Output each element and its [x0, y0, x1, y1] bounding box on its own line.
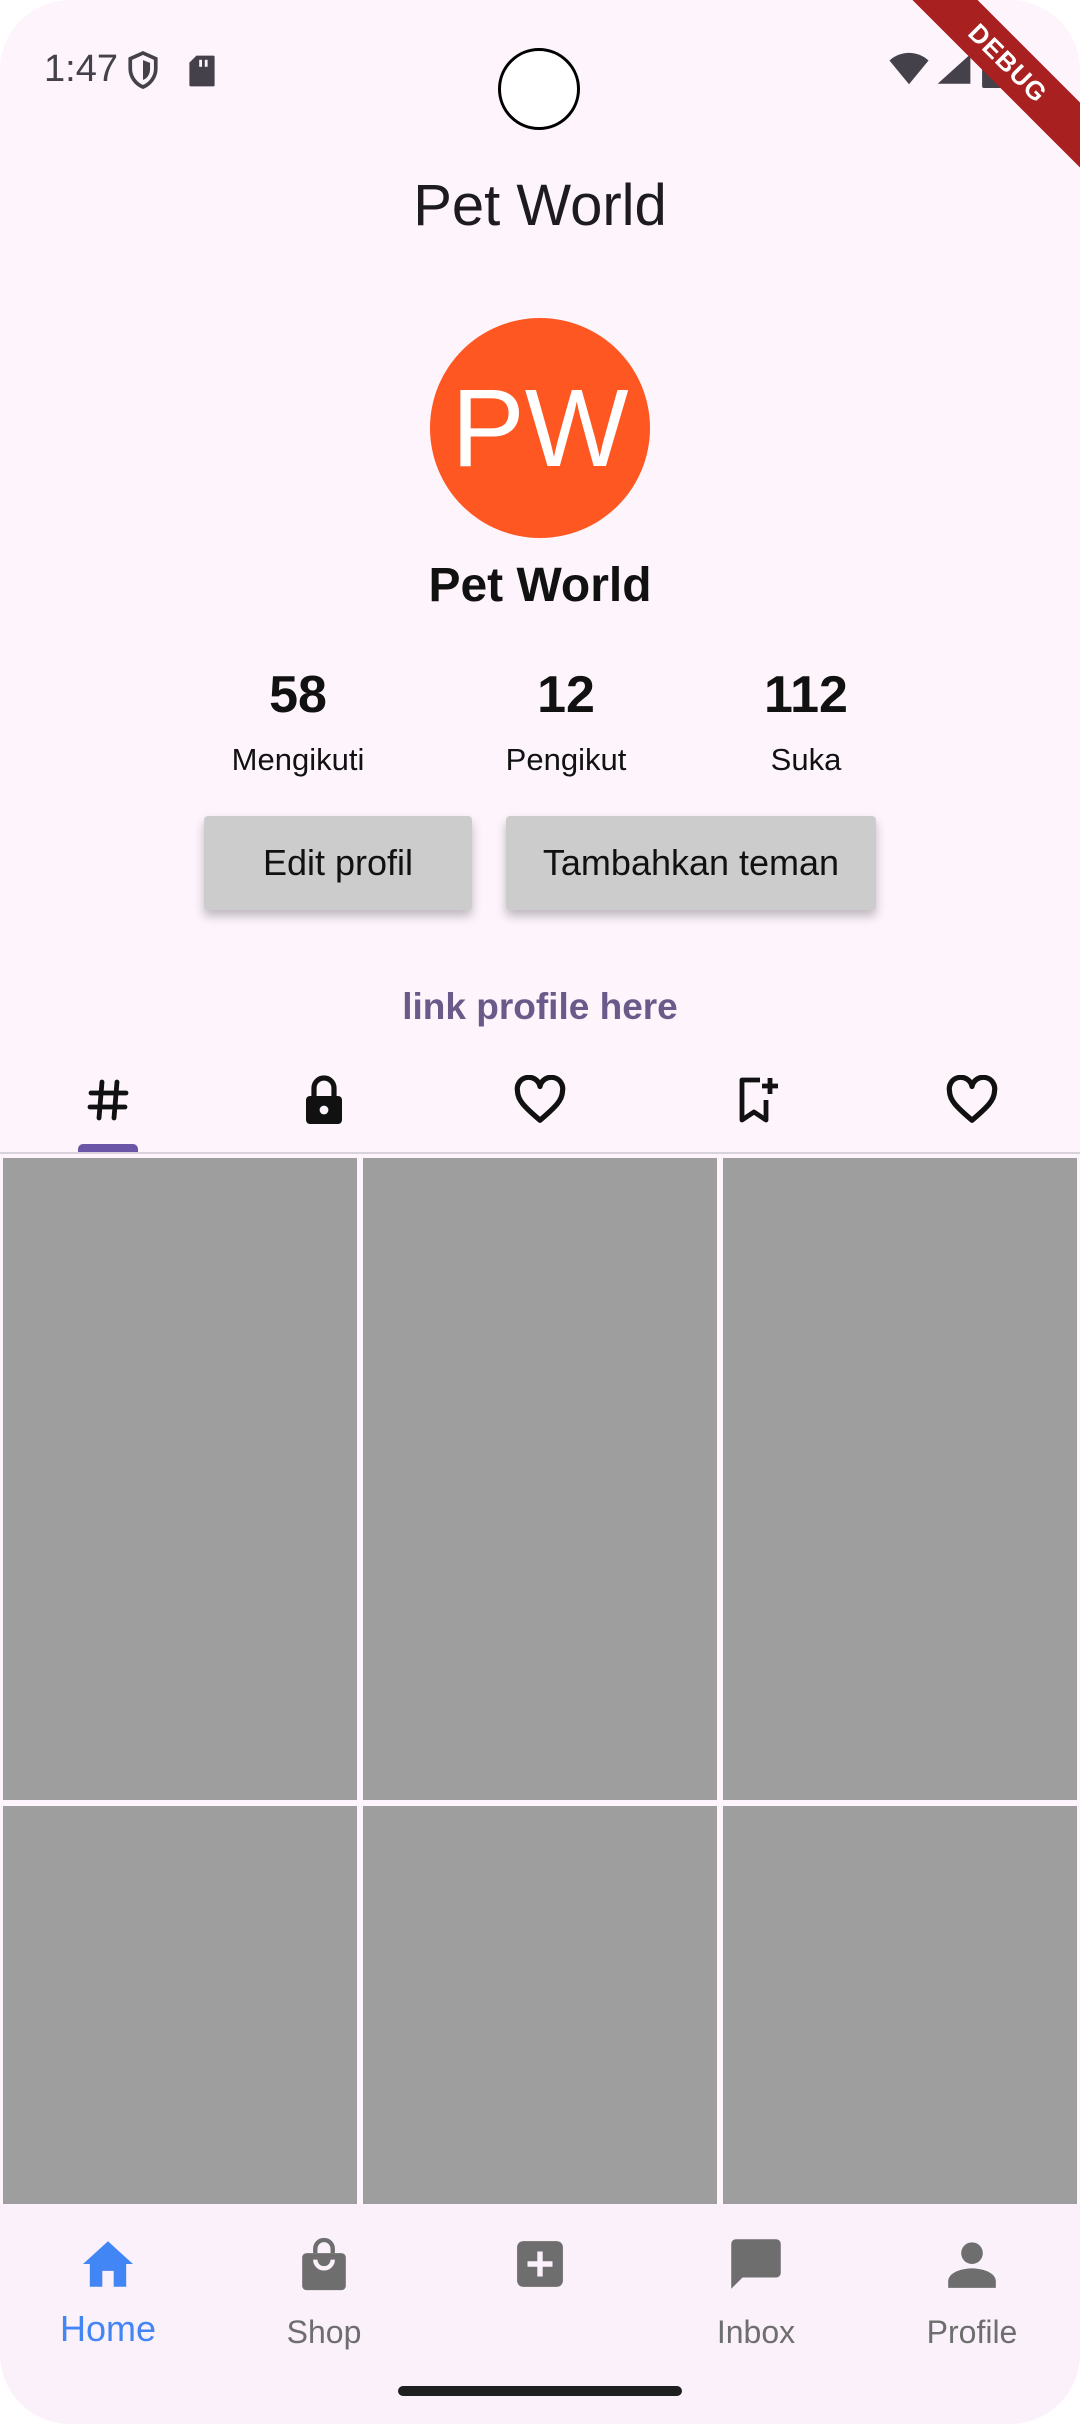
- status-bar: 1:47 DEBUG: [0, 0, 1080, 186]
- wifi-icon: [888, 52, 930, 91]
- tab-saved[interactable]: [648, 1050, 864, 1154]
- person-icon: [864, 2232, 1080, 2296]
- profile-link[interactable]: link profile here: [0, 986, 1080, 1028]
- grid-item[interactable]: [363, 1158, 717, 1800]
- hashtag-icon: [84, 1076, 132, 1129]
- stat-value: 112: [764, 666, 848, 724]
- tab-liked[interactable]: [432, 1050, 648, 1154]
- stat-value: 58: [269, 666, 327, 724]
- grid-item[interactable]: [723, 1158, 1077, 1800]
- stat-label: Mengikuti: [231, 742, 365, 777]
- home-indicator[interactable]: [398, 2386, 682, 2396]
- front-camera: [498, 48, 580, 130]
- edit-profile-button[interactable]: Edit profil: [204, 816, 472, 910]
- grid-item[interactable]: [723, 1806, 1077, 2226]
- tab-favorites[interactable]: [864, 1050, 1080, 1154]
- shield-icon: [126, 50, 160, 95]
- nav-add[interactable]: [432, 2232, 648, 2314]
- heart-icon: [513, 1074, 567, 1130]
- nav-label: Home: [59, 2308, 157, 2349]
- nav-label: Inbox: [716, 2314, 796, 2350]
- tab-private[interactable]: [216, 1050, 432, 1154]
- add-box-icon: [432, 2232, 648, 2296]
- nav-shop[interactable]: Shop: [216, 2232, 432, 2351]
- grid-item[interactable]: [363, 1806, 717, 2226]
- nav-label: Profile: [926, 2314, 1018, 2350]
- tab-posts[interactable]: [0, 1050, 216, 1154]
- stat-followers[interactable]: 12 Pengikut: [436, 662, 696, 778]
- avatar-initials: PW: [451, 366, 629, 490]
- lock-icon: [300, 1074, 348, 1131]
- home-icon: [0, 2232, 216, 2296]
- stat-following[interactable]: 58 Mengikuti: [168, 662, 428, 778]
- nav-home[interactable]: Home: [0, 2232, 216, 2350]
- stat-value: 12: [537, 666, 595, 724]
- profile-tabs: [0, 1050, 1080, 1154]
- tab-divider: [0, 1152, 1080, 1154]
- stat-label: Suka: [770, 742, 842, 777]
- stat-likes[interactable]: 112 Suka: [676, 662, 936, 778]
- chat-bubble-icon: [648, 2232, 864, 2296]
- avatar[interactable]: PW: [430, 318, 650, 538]
- profile-name: Pet World: [428, 559, 652, 612]
- nav-profile[interactable]: Profile: [864, 2232, 1080, 2351]
- nav-inbox[interactable]: Inbox: [648, 2232, 864, 2351]
- bookmark-add-icon: [732, 1074, 780, 1131]
- nav-label: Shop: [286, 2314, 362, 2350]
- status-time: 1:47: [44, 48, 118, 90]
- screen: 1:47 DEBUG Pet World PW Pet World 58 Men…: [0, 0, 1080, 2424]
- heart-icon: [945, 1074, 999, 1130]
- add-friend-button[interactable]: Tambahkan teman: [506, 816, 876, 910]
- stat-label: Pengikut: [505, 742, 627, 777]
- grid-item[interactable]: [3, 1806, 357, 2226]
- signal-icon: [936, 52, 972, 91]
- sd-card-icon: [188, 54, 216, 93]
- app-title: Pet World: [413, 173, 667, 238]
- grid-item[interactable]: [3, 1158, 357, 1800]
- shopping-bag-icon: [216, 2232, 432, 2296]
